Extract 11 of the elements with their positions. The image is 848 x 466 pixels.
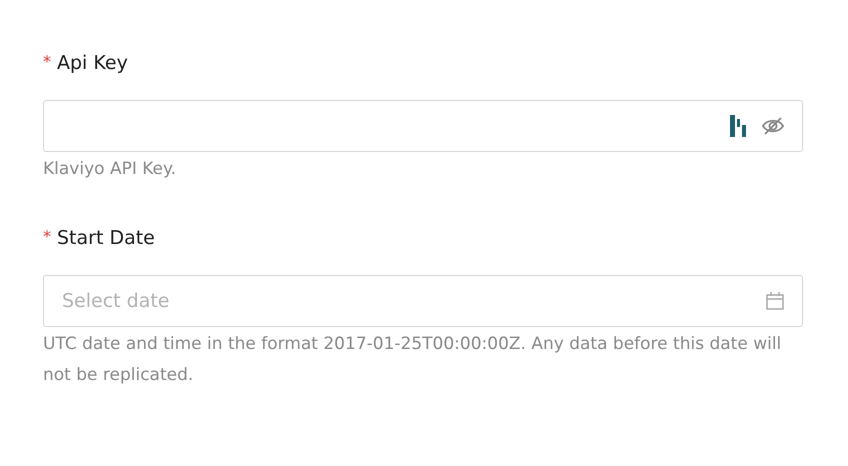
field-label: Api Key: [57, 52, 128, 74]
calendar-icon[interactable]: [765, 291, 785, 311]
required-marker: *: [43, 227, 51, 246]
help-text: UTC date and time in the format 2017-01-25T00:00:00Z. Any data before this date will not be replicated.: [43, 333, 782, 387]
api-key-field[interactable]: [43, 100, 803, 152]
field-label: Start Date: [57, 227, 155, 249]
eye-slash-icon[interactable]: [761, 116, 785, 136]
help-text: Klaviyo API Key.: [43, 158, 178, 181]
required-marker: *: [43, 52, 51, 71]
date-picker-field[interactable]: Select date: [43, 275, 803, 327]
bars-icon[interactable]: [729, 115, 747, 137]
